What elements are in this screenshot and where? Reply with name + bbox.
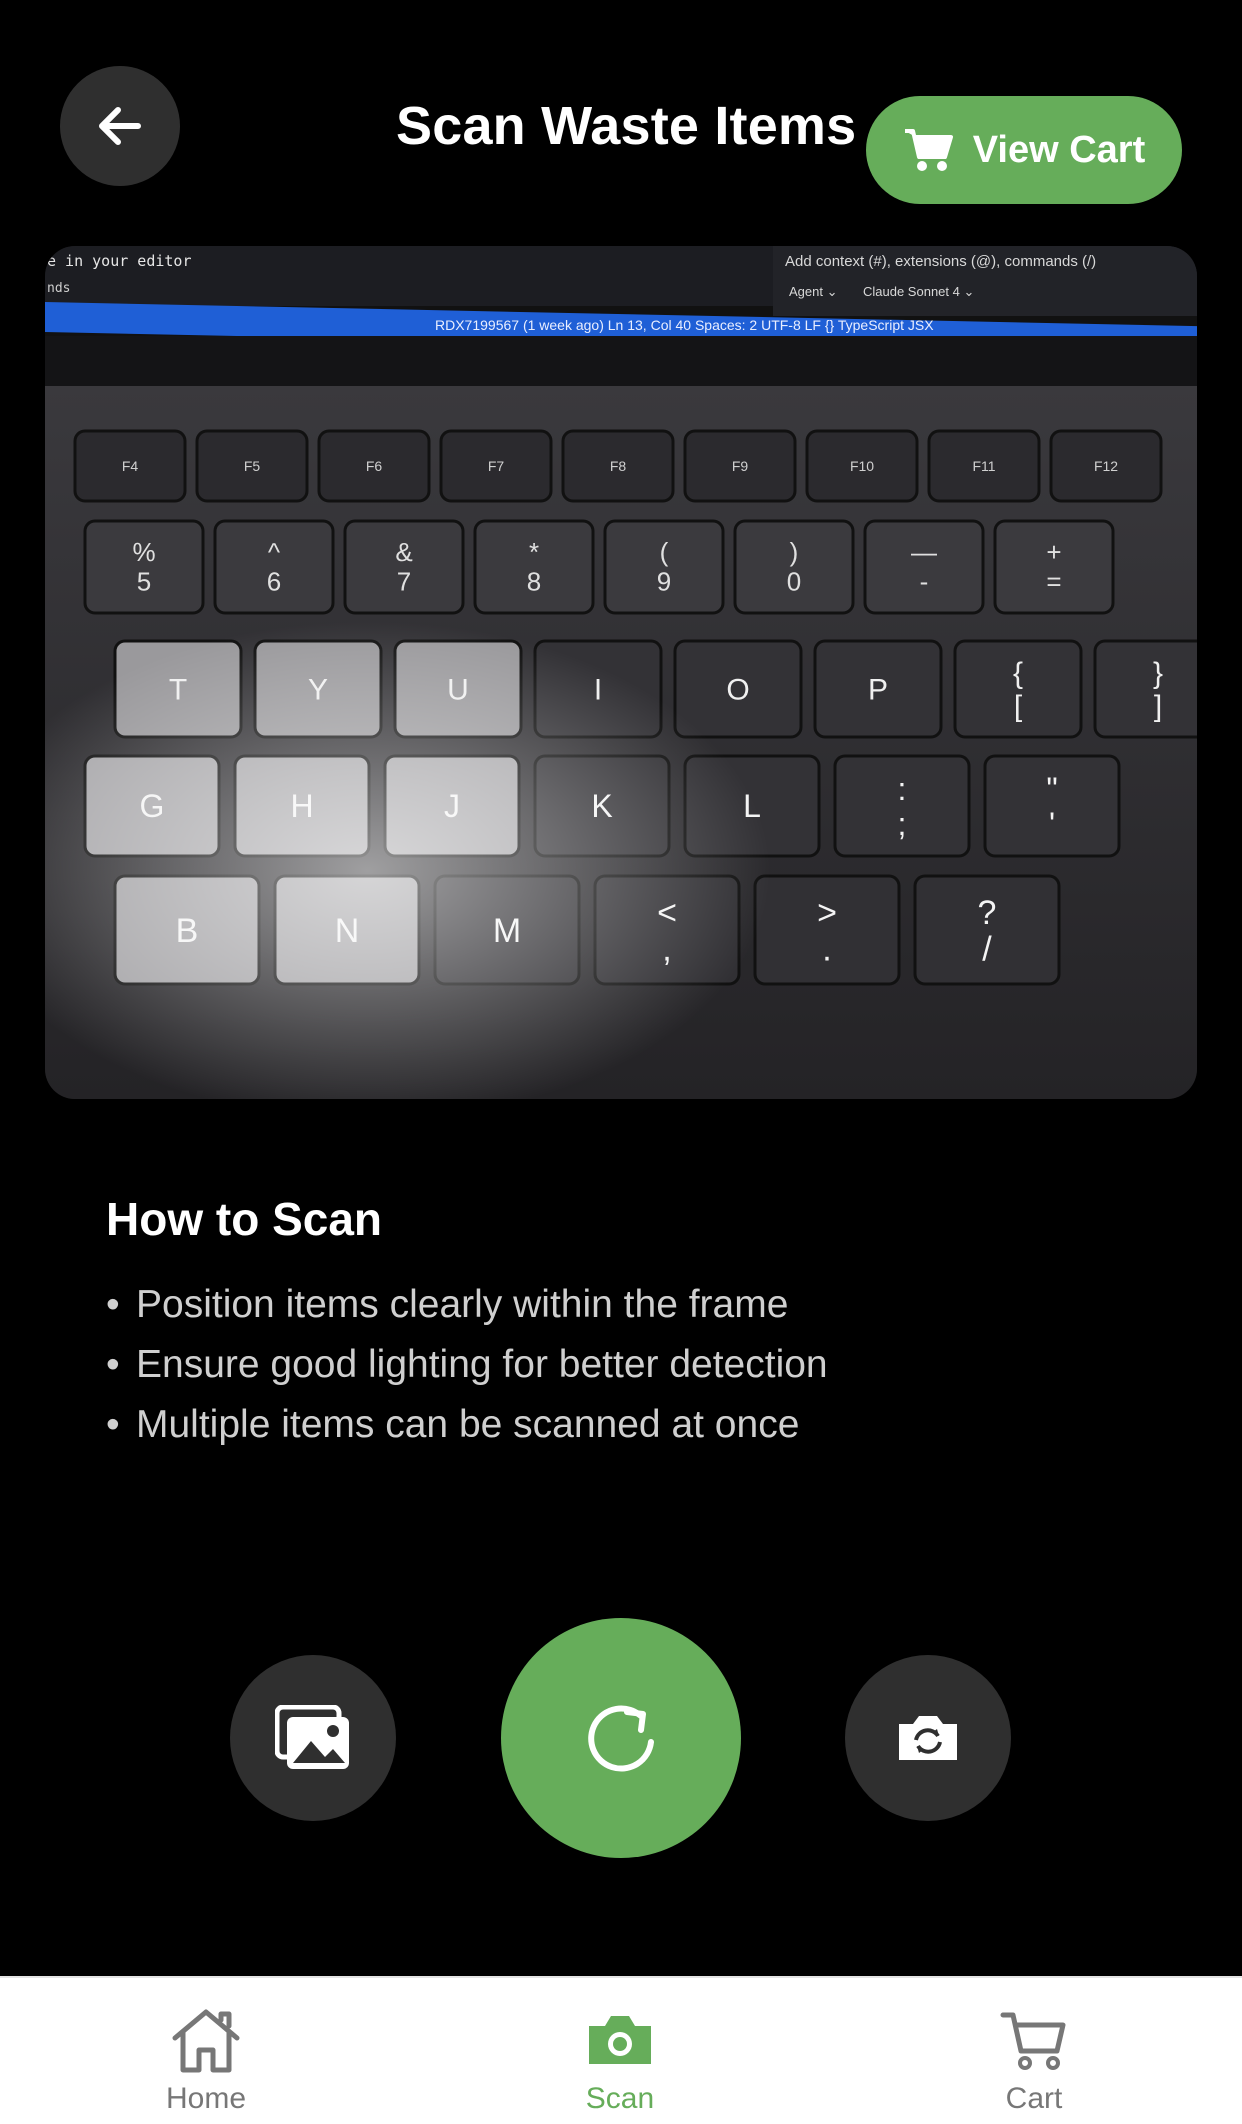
how-to-scan-title: How to Scan	[106, 1193, 383, 1245]
refresh-icon	[588, 1705, 654, 1772]
gallery-icon	[275, 1705, 349, 1769]
editor-hint: e in your editor	[47, 252, 192, 270]
scan-screen: Scan Waste Items View Cart e in your edi…	[0, 0, 1242, 2124]
nav-scan-label: Scan	[585, 2082, 655, 2115]
nav-cart-label: Cart	[1005, 2082, 1063, 2115]
gallery-button[interactable]	[230, 1655, 396, 1821]
camera-preview[interactable]: e in your editor nds Add context (#), ex…	[45, 246, 1197, 1099]
chat-prompt: Add context (#), extensions (@), command…	[785, 253, 1096, 270]
camera-feed: e in your editor nds Add context (#), ex…	[45, 246, 1197, 1099]
arrow-left-icon	[99, 107, 141, 145]
bottom-nav: Home Scan Cart	[0, 1976, 1242, 2124]
editor-hint-2: nds	[47, 281, 70, 296]
page-title: Scan Waste Items	[396, 96, 857, 156]
view-cart-label: View Cart	[972, 128, 1146, 171]
nav-cart[interactable]: Cart	[904, 1978, 1164, 2124]
scan-tips-list: • Position items clearly within the frame…	[106, 1275, 828, 1455]
status-bar-text: RDX7199567 (1 week ago) Ln 13, Col 40 Sp…	[435, 317, 934, 333]
tip-item: • Position items clearly within the frame	[106, 1283, 789, 1326]
tip-item: • Ensure good lighting for better detecti…	[106, 1343, 828, 1386]
camera-icon	[589, 2016, 651, 2064]
back-button[interactable]	[60, 66, 180, 186]
model-label: Claude Sonnet 4 ⌄	[863, 284, 974, 299]
view-cart-button[interactable]: View Cart	[866, 96, 1182, 204]
nav-scan[interactable]: Scan	[490, 1978, 750, 2124]
nav-home[interactable]: Home	[76, 1978, 336, 2124]
cart-icon	[1000, 2012, 1066, 2070]
flip-camera-button[interactable]	[845, 1655, 1011, 1821]
camera-flip-icon	[899, 1716, 957, 1760]
tip-item: • Multiple items can be scanned at once	[106, 1403, 800, 1446]
nav-home-label: Home	[165, 2082, 247, 2115]
home-icon	[172, 2009, 240, 2073]
cart-icon	[904, 129, 953, 171]
agent-label: Agent ⌄	[789, 284, 837, 299]
capture-button[interactable]	[501, 1618, 741, 1858]
